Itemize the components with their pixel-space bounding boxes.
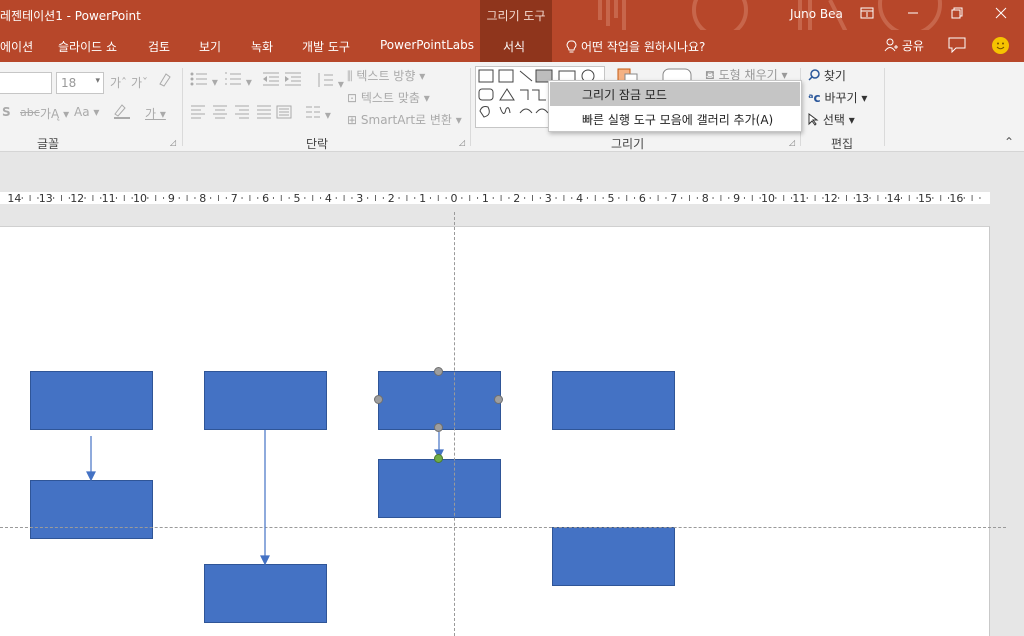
connector-start-handle[interactable] xyxy=(434,423,443,432)
shapes-gallery-context-menu: 그리기 잠금 모드 빠른 실행 도구 모음에 갤러리 추가(A) xyxy=(548,80,802,132)
menu-item-lock-drawing-mode[interactable]: 그리기 잠금 모드 xyxy=(550,82,800,106)
connector-arrow[interactable] xyxy=(260,430,270,566)
connector-arrow[interactable] xyxy=(86,436,96,482)
menu-item-add-gallery-to-qat[interactable]: 빠른 실행 도구 모음에 갤러리 추가(A) xyxy=(550,107,800,131)
connection-handle[interactable] xyxy=(434,367,443,376)
connectors-layer xyxy=(86,430,444,566)
connection-handle[interactable] xyxy=(374,395,383,404)
connector-end-handle[interactable] xyxy=(434,454,443,463)
connection-handle[interactable] xyxy=(494,395,503,404)
